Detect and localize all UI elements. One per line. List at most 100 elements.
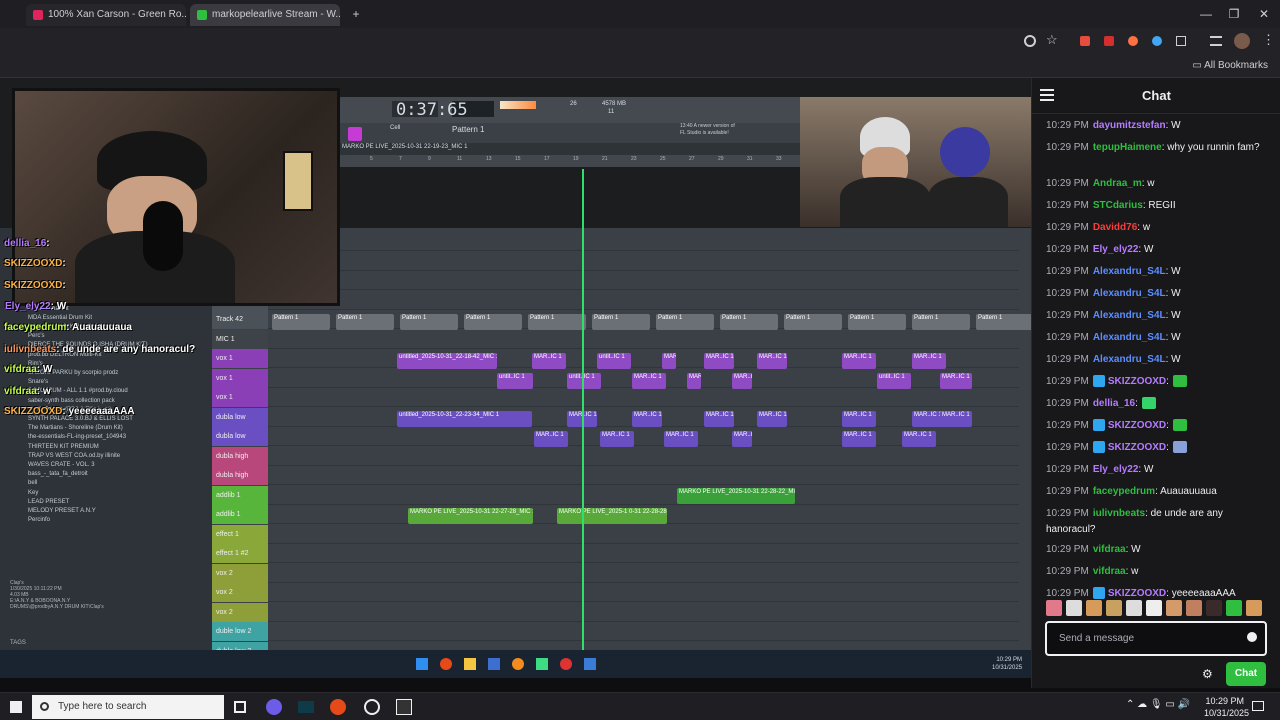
chat-username[interactable]: SKIZZOOXD (1108, 442, 1166, 453)
extensions-puzzle-icon[interactable] (1176, 36, 1186, 46)
pattern-clip[interactable]: Pattern 1 (272, 314, 330, 330)
pattern-clip[interactable]: Pattern 1 (848, 314, 906, 330)
track-lane[interactable] (268, 525, 1019, 544)
chat-username[interactable]: iulivnbeats (1093, 508, 1145, 519)
audio-clip[interactable]: MAR..IC 1 (704, 411, 734, 427)
track-lane[interactable] (268, 622, 1019, 641)
track-lane[interactable] (268, 349, 1019, 368)
audio-clip[interactable]: MAR..IC 1 (664, 431, 698, 447)
chat-username[interactable]: Ely_ely22 (1093, 464, 1139, 475)
playhead[interactable] (582, 169, 584, 652)
pattern-clip[interactable]: Pattern 1 (336, 314, 394, 330)
track-lane[interactable] (268, 564, 1019, 583)
pattern-clip[interactable]: Pattern 1 (976, 314, 1034, 330)
chat-username[interactable]: Alexandru_S4L (1093, 266, 1166, 277)
emote-icon[interactable] (1206, 600, 1222, 616)
chat-username[interactable]: STCdarius (1093, 200, 1143, 211)
track-header[interactable]: vox 2 (212, 563, 268, 583)
pattern-clip[interactable]: Pattern 1 (528, 314, 586, 330)
app-icon[interactable] (266, 699, 282, 715)
audio-clip[interactable]: untit..IC 1 (597, 353, 631, 369)
audio-clip[interactable]: untitled_2025-10-31_22-23-34_MIC 1 (397, 411, 532, 427)
track-header[interactable]: dubla high (212, 446, 268, 466)
audio-clip[interactable]: MAR..IC 1 (534, 431, 568, 447)
track-lane[interactable] (268, 486, 1019, 505)
pattern-clip[interactable]: Pattern 1 (912, 314, 970, 330)
emote-icon[interactable] (1186, 600, 1202, 616)
pattern-selector[interactable]: Pattern 1 (452, 125, 484, 134)
track-lane[interactable] (268, 388, 1019, 407)
track-lane[interactable] (268, 583, 1019, 602)
track-lane[interactable] (268, 544, 1019, 563)
timeline-ruler[interactable]: 5 7 9 11 13 15 17 19 21 23 25 27 29 31 33 (340, 155, 800, 167)
chat-username[interactable]: Alexandru_S4L (1093, 310, 1166, 321)
chat-send-button[interactable]: Chat (1226, 662, 1266, 686)
emote-icon[interactable] (1046, 600, 1062, 616)
audio-clip[interactable]: MARKO PE LIVE_2025-1 0-31 22-28-28_MIC 1 (557, 508, 667, 524)
track-header[interactable]: vox 2 (212, 602, 268, 622)
browser-item[interactable]: LEAD PRESET (28, 499, 69, 505)
track-header[interactable]: dubla high (212, 466, 268, 485)
tray-icons[interactable]: ⌃ ☁ 🎙 ▭ 🔊 (1126, 699, 1190, 710)
pattern-clip[interactable]: Pattern 1 (464, 314, 522, 330)
browser-item[interactable]: MELODY PRESET A.N.Y (28, 508, 96, 514)
extension-icon[interactable] (1104, 36, 1114, 46)
epic-games-icon[interactable] (396, 699, 412, 715)
audio-clip[interactable]: MAR..IC 1 (632, 411, 662, 427)
new-tab-button[interactable]: + (342, 4, 370, 24)
extension-icon[interactable] (1128, 36, 1138, 46)
track-header[interactable]: vox 2 (212, 583, 268, 602)
audio-clip[interactable]: MAR..IC 1 (842, 411, 876, 427)
pattern-clip[interactable]: Pattern 1 (592, 314, 650, 330)
chat-username[interactable]: Alexandru_S4L (1093, 288, 1166, 299)
pattern-mode-button[interactable] (348, 127, 362, 141)
track-header[interactable]: dubla low (212, 427, 268, 446)
audio-clip[interactable]: MARKO PE LIVE_2025-10-31 22-27-28_MIC 1 (408, 508, 533, 524)
emote-icon[interactable] (1106, 600, 1122, 616)
emote-icon[interactable] (1226, 600, 1242, 616)
track-lane[interactable] (268, 466, 1019, 485)
chat-username[interactable]: tepupHaimene (1093, 142, 1162, 153)
track-lane[interactable] (268, 603, 1019, 622)
minimize-button[interactable]: — (1192, 4, 1220, 24)
chat-username[interactable]: Alexandru_S4L (1093, 354, 1166, 365)
chat-username[interactable]: dellia_16 (1093, 398, 1135, 409)
audio-clip[interactable]: MAR..IC 1 (687, 373, 701, 389)
chat-username[interactable]: Alexandru_S4L (1093, 332, 1166, 343)
browser-item[interactable]: TRAP VS WEST COA.od.by illinite (28, 453, 120, 459)
chat-username[interactable]: vifdraa (1093, 544, 1126, 555)
emote-icon[interactable] (1126, 600, 1142, 616)
audio-clip[interactable]: MAR..IC 1 (632, 373, 666, 389)
track-lane[interactable] (268, 252, 1019, 271)
browser-item[interactable]: WAVES CRATE - VOL. 3 (28, 462, 95, 468)
profile-avatar[interactable] (1234, 33, 1250, 49)
menu-kebab-icon[interactable]: ⋮ (1262, 32, 1275, 48)
chat-username[interactable]: SKIZZOOXD (1108, 420, 1166, 431)
pattern-clip[interactable]: Pattern 1 (400, 314, 458, 330)
audio-clip[interactable]: MAR..IC 1 (600, 431, 634, 447)
start-windows-icon[interactable] (10, 701, 22, 713)
app-icon[interactable] (364, 699, 380, 715)
pattern-clip[interactable]: Pattern 1 (784, 314, 842, 330)
track-lane[interactable] (268, 291, 1019, 310)
extension-icon[interactable] (1152, 36, 1162, 46)
emote-icon[interactable] (1086, 600, 1102, 616)
taskbar-search[interactable]: Type here to search (32, 695, 224, 719)
audio-clip[interactable]: MARKO PE LIVE_2025-10-31 22-28-22_MIC 1 (677, 488, 795, 504)
taskbar-clock[interactable]: 10:29 PM 10/31/2025 (1204, 695, 1249, 719)
audio-clip[interactable]: MAR..IC 1 (757, 411, 787, 427)
audio-clip[interactable]: MAR..IC 1 (662, 353, 676, 369)
audio-clip[interactable]: untitled_2025-10-31_22-18-42_MIC 1 (397, 353, 497, 369)
browser-item[interactable]: the-essentials-FL-ing-preset_104943 (28, 434, 126, 440)
close-window-button[interactable]: ✕ (1250, 4, 1278, 24)
audio-clip[interactable]: MAR..IC 1 (732, 373, 752, 389)
zoom-icon[interactable] (1024, 35, 1036, 47)
chat-username[interactable]: faceypedrum (1093, 486, 1155, 497)
emote-icon[interactable] (1146, 600, 1162, 616)
track-header[interactable]: duble low 2 (212, 622, 268, 641)
maximize-button[interactable]: ❐ (1220, 4, 1248, 24)
bookmark-star-icon[interactable]: ☆ (1046, 32, 1058, 48)
browser-item[interactable]: Key (28, 490, 38, 496)
audio-clip[interactable]: MAR..IC 1 (842, 431, 876, 447)
track-header[interactable]: effect 1 (212, 524, 268, 544)
